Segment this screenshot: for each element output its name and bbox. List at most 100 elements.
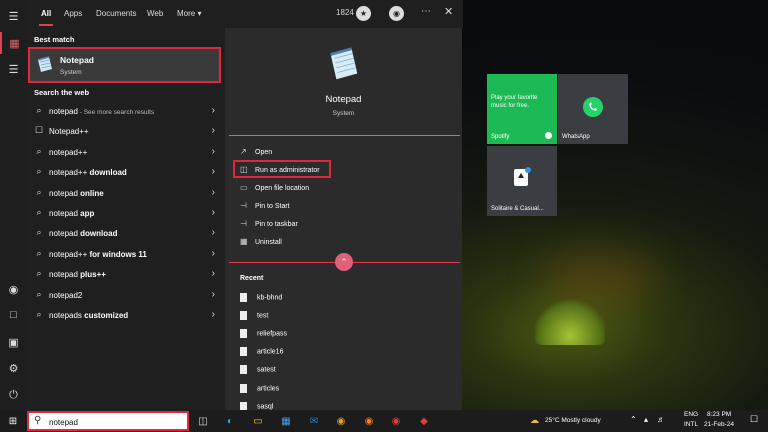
solitaire-tile[interactable]: Solitaire & Casual...	[487, 146, 557, 216]
recent-file-name: reliefpass	[257, 330, 287, 338]
file-explorer-icon[interactable]: ▭	[250, 413, 266, 429]
whatsapp-tile[interactable]: WhatsApp	[558, 74, 628, 144]
solitaire-label: Solitaire & Casual...	[491, 206, 544, 212]
store-icon[interactable]: ▦	[278, 413, 294, 429]
action-open[interactable]: ↗ Open	[240, 147, 360, 159]
spotify-promo: Play your favorite music for free.	[491, 95, 538, 109]
suggestion-query: notepad++	[49, 249, 90, 259]
best-match-subtitle: System	[60, 69, 82, 76]
recent-file-name: articles	[257, 384, 280, 392]
best-match-notepad[interactable]: Notepad System	[28, 47, 221, 83]
web-suggestion-row[interactable]: ⌕ notepad++ ›	[27, 143, 225, 163]
account-icon[interactable]: ◉	[0, 278, 27, 300]
spotify-icon	[545, 132, 552, 139]
profile-avatar-icon[interactable]: ◉	[389, 6, 404, 21]
hamburger-icon[interactable]: ☰	[0, 5, 27, 27]
task-view-icon[interactable]: ◫	[195, 413, 211, 429]
recent-file-item[interactable]: article16	[240, 347, 283, 357]
mail-icon[interactable]: ✉	[306, 413, 322, 429]
best-match-heading: Best match	[34, 35, 75, 44]
power-icon[interactable]: ⏻	[0, 384, 27, 406]
recent-file-name: test	[257, 312, 269, 320]
weather-text[interactable]: 25°C Mostly cloudy	[545, 417, 601, 424]
recent-file-item[interactable]: test	[240, 311, 269, 321]
web-suggestion-row[interactable]: ⌕ notepad online ›	[27, 184, 225, 204]
recent-file-item[interactable]: satest	[240, 365, 276, 375]
web-suggestion-label: Notepad++	[49, 127, 89, 136]
web-suggestion-row[interactable]: ⌕ notepad++ for windows 11 ›	[27, 245, 225, 265]
tab-web[interactable]: Web	[147, 9, 163, 18]
collapse-chevron-up-icon[interactable]: ⌃	[335, 253, 353, 271]
home-grid-icon[interactable]: ▦	[0, 32, 27, 54]
web-suggestion-label: notepad++ download	[49, 168, 127, 177]
web-suggestion-row[interactable]: ⌕ notepad app ›	[27, 204, 225, 224]
settings-gear-icon[interactable]: ⚙	[0, 357, 27, 379]
taskbar-app-icon[interactable]: ◆	[416, 413, 432, 429]
action-open-file-location-label: Open file location	[255, 185, 310, 192]
suggestion-completion: download	[89, 168, 127, 178]
web-suggestion-row[interactable]: ☐ Notepad++ ›	[27, 122, 225, 142]
web-suggestion-row[interactable]: ⌕ notepad++ download ›	[27, 163, 225, 183]
search-input[interactable]	[49, 415, 179, 429]
documents-icon[interactable]: □	[0, 304, 27, 326]
web-suggestion-label: notepad app	[49, 209, 94, 218]
volume-icon[interactable]: ♬	[657, 415, 665, 424]
action-pin-to-taskbar[interactable]: ⊣ Pin to taskbar	[240, 219, 360, 231]
web-suggestion-row[interactable]: ⌕ notepad2 ›	[27, 286, 225, 306]
spotify-tile[interactable]: Play your favorite music for free. Spoti…	[487, 74, 557, 144]
recent-file-item[interactable]: kb-bhnd	[240, 293, 282, 302]
list-icon[interactable]: ☰	[0, 58, 27, 80]
suggestion-query: Notepad++	[49, 127, 89, 137]
pictures-icon[interactable]: ▣	[0, 331, 27, 353]
clock-time[interactable]: 8:23 PM	[707, 411, 731, 418]
suggestion-query: notepad	[49, 188, 81, 198]
action-pin-to-start[interactable]: ⊣ Pin to Start	[240, 201, 360, 213]
app-result-icon: ☐	[34, 125, 44, 136]
file-icon	[240, 347, 247, 357]
wifi-icon[interactable]: ▴	[644, 415, 648, 424]
notepad-large-icon	[330, 47, 358, 80]
notifications-icon[interactable]: ☐	[750, 414, 758, 425]
recent-file-item[interactable]: reliefpass	[240, 329, 287, 339]
firefox-icon[interactable]: ◉	[361, 413, 377, 429]
action-uninstall[interactable]: ▦ Uninstall	[240, 237, 360, 249]
windows-start-icon[interactable]: ⊞	[5, 413, 21, 429]
tab-all-underline	[39, 24, 53, 26]
web-search-icon: ⌕	[36, 186, 42, 197]
action-open-file-location[interactable]: ▭ Open file location	[240, 183, 360, 195]
shield-icon: ◫	[240, 165, 248, 174]
wallpaper-tent	[535, 300, 605, 345]
action-run-as-administrator[interactable]: ◫ Run as administrator	[240, 165, 360, 177]
tab-more[interactable]: More ▾	[177, 9, 201, 18]
recent-file-item[interactable]: articles	[240, 383, 280, 393]
clock-date[interactable]: 21-Feb-24	[704, 421, 734, 428]
web-suggestion-row[interactable]: ⌕ notepads customized ›	[27, 306, 225, 326]
suggestion-query: notepad	[49, 229, 81, 239]
web-suggestion-row[interactable]: ⌕ notepad - See more search results ›	[27, 102, 225, 122]
tray-chevron-up-icon[interactable]: ⌃	[630, 415, 637, 424]
input-language[interactable]: ENG	[684, 411, 698, 418]
folder-icon: ▭	[240, 183, 248, 192]
taskbar-search-box[interactable]: ⚲	[27, 411, 189, 431]
file-icon	[240, 365, 247, 375]
weather-icon: ☁	[530, 415, 539, 425]
more-options-icon[interactable]: ⋯	[421, 6, 431, 17]
close-icon[interactable]: ✕	[444, 5, 453, 18]
action-uninstall-label: Uninstall	[255, 239, 282, 246]
action-pin-to-taskbar-label: Pin to taskbar	[255, 221, 298, 228]
tab-documents[interactable]: Documents	[96, 9, 136, 18]
pin-taskbar-icon: ⊣	[240, 219, 247, 228]
tab-apps[interactable]: Apps	[64, 9, 82, 18]
tab-all[interactable]: All	[41, 9, 51, 18]
file-icon	[240, 293, 247, 302]
rewards-points: 1824	[336, 8, 354, 17]
edge-browser-icon[interactable]: ◐	[222, 413, 238, 429]
rewards-trophy-icon[interactable]: ★	[356, 6, 371, 21]
whatsapp-icon	[583, 97, 603, 117]
chrome-beta-icon[interactable]: ◉	[388, 413, 404, 429]
web-suggestion-row[interactable]: ⌕ notepad plus++ ›	[27, 265, 225, 285]
suggestion-hint: - See more search results	[77, 109, 155, 116]
chrome-icon[interactable]: ◉	[333, 413, 349, 429]
web-suggestion-row[interactable]: ⌕ notepad download ›	[27, 224, 225, 244]
input-layout[interactable]: INTL	[684, 421, 698, 428]
